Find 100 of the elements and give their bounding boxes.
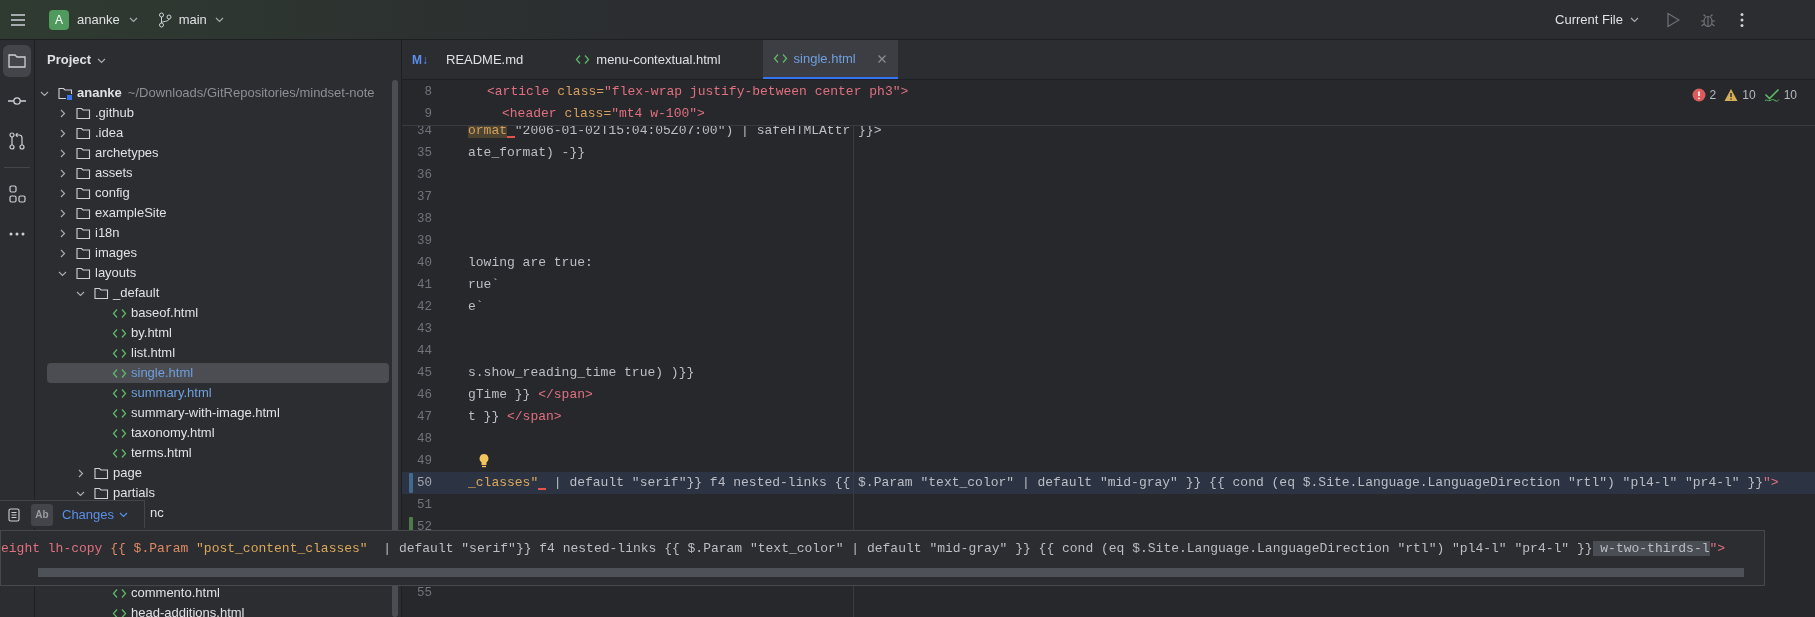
- line-number: 47: [417, 408, 432, 426]
- tree-item[interactable]: .github: [95, 103, 135, 123]
- line-number: 8: [424, 83, 432, 101]
- code-line: gTime }} </span>: [468, 386, 593, 404]
- folder-icon: [76, 125, 91, 141]
- run-configuration-selector[interactable]: Current File: [1555, 5, 1640, 34]
- folder-tool-button[interactable]: [3, 45, 31, 77]
- more-options-icon[interactable]: [1740, 11, 1744, 28]
- tree-item[interactable]: taxonomy.html: [131, 423, 215, 443]
- scrollbar[interactable]: [392, 80, 398, 617]
- code-line: <header class="mt4 w-100">: [502, 105, 705, 123]
- tree-item[interactable]: .idea: [95, 123, 124, 143]
- line-number: 35: [417, 144, 432, 162]
- run-icon[interactable]: [1666, 11, 1680, 28]
- code-line: e`: [468, 298, 484, 316]
- code-file-icon: [772, 51, 788, 66]
- tree-item[interactable]: archetypes: [95, 143, 159, 163]
- editor-tab[interactable]: M↓ README.md: [402, 40, 556, 79]
- weak-warning-count: 10: [1783, 87, 1797, 104]
- path-text: ~/Downloads/GitRepositories/mindset-note: [127, 84, 375, 103]
- code-line: eight lh-copy {{ $.Param "post_content_classes" | default "serif"}} f4 nested-links {{ $.Param "text_color" | default "mid-gray" }} {{ cond (eq $.Site.Language.LanguageDirection "rtl") "pl4-l" "pr4-l" }} w-two-thirds-l">: [1, 540, 1727, 558]
- project-selector[interactable]: A ananke: [48, 5, 140, 34]
- tree-item[interactable]: _default: [113, 283, 160, 303]
- tree-item[interactable]: summary.html: [131, 383, 212, 403]
- warning-count: 10: [1742, 87, 1756, 104]
- folder-icon: [76, 205, 91, 221]
- bug-icon[interactable]: [1700, 11, 1716, 28]
- code-line: t }} </span>: [468, 408, 562, 426]
- line-number: 44: [417, 342, 432, 360]
- module-folder-icon: [58, 85, 73, 101]
- line-number: 49: [417, 452, 432, 470]
- code-line: _classes" | default "serif"}} f4 nested-links {{ $.Param "text_color" | default "mid-gray" }} {{ cond (eq $.Site.Language.LanguageDirection "rtl") "pl4-l" "pr4-l" }}">: [468, 474, 1779, 492]
- more-icon: [9, 232, 25, 236]
- text-toggle-button[interactable]: Ab: [31, 503, 53, 526]
- folder-icon: [94, 485, 109, 501]
- tree-item[interactable]: images: [95, 243, 137, 263]
- line-number: 41: [417, 276, 432, 294]
- editor-tab[interactable]: menu-contextual.html: [565, 40, 753, 79]
- line-number: 9: [424, 105, 432, 123]
- tree-item[interactable]: assets: [95, 163, 133, 183]
- code-file-icon: [575, 52, 591, 67]
- code-line: lowing are true:: [468, 254, 593, 272]
- tree-item[interactable]: layouts: [95, 263, 137, 283]
- scrollbar[interactable]: [38, 568, 1744, 577]
- tree-item[interactable]: config: [95, 183, 130, 203]
- line-number: 43: [417, 320, 432, 338]
- line-number: 52: [417, 518, 432, 536]
- changes-dropdown[interactable]: Changes: [62, 504, 130, 525]
- document-list-icon[interactable]: [7, 506, 21, 523]
- line-number: 39: [417, 232, 432, 250]
- tree-item[interactable]: baseof.html: [131, 303, 199, 323]
- pull-request-icon: [7, 131, 27, 151]
- line-number: 36: [417, 166, 432, 184]
- line-number: 48: [417, 430, 432, 448]
- line-number: 34: [417, 126, 432, 140]
- tree-item[interactable]: i18n: [95, 223, 120, 243]
- folder-icon: [76, 225, 91, 241]
- tree-item[interactable]: nc: [150, 503, 164, 523]
- tree-item[interactable]: page: [113, 463, 142, 483]
- code-line: s.show_reading_time true) )}}: [468, 364, 695, 382]
- tree-item[interactable]: partials: [113, 483, 155, 503]
- line-number: 46: [417, 386, 432, 404]
- code-line: <article class="flex-wrap justify-between center ph3">: [487, 83, 909, 101]
- error-icon: [1691, 88, 1706, 102]
- folder-icon: [7, 51, 27, 71]
- check-icon: [1763, 88, 1780, 102]
- tree-item[interactable]: terms.html: [131, 443, 192, 463]
- tree-item[interactable]: exampleSite: [95, 203, 167, 223]
- error-count: 2: [1709, 87, 1717, 104]
- code-line: rue`: [468, 276, 500, 294]
- panel-title[interactable]: Project: [47, 50, 108, 70]
- lightbulb-icon[interactable]: [478, 453, 490, 469]
- line-number: 55: [417, 584, 432, 602]
- line-number: 50: [417, 474, 432, 492]
- line-number: 42: [417, 298, 432, 316]
- line-number: 38: [417, 210, 432, 228]
- folder-icon: [76, 165, 91, 181]
- editor-tab[interactable]: single.html: [762, 40, 898, 79]
- line-number: 37: [417, 188, 432, 206]
- tree-item[interactable]: by.html: [131, 323, 172, 343]
- structure-icon: [7, 184, 27, 204]
- folder-icon: [94, 285, 109, 301]
- branch-icon: [157, 11, 172, 28]
- folder-icon: [76, 105, 91, 121]
- tree-item[interactable]: commento.html: [131, 583, 220, 603]
- markdown-icon: M↓: [412, 50, 440, 69]
- folder-icon: [94, 465, 109, 481]
- folder-icon: [76, 185, 91, 201]
- code-line: ate_format) -}}: [468, 144, 586, 162]
- folder-icon: [76, 145, 91, 161]
- branch-selector[interactable]: main: [157, 5, 225, 34]
- tree-item[interactable]: list.html: [131, 343, 176, 363]
- folder-icon: [76, 265, 91, 281]
- tree-item[interactable]: ananke: [77, 83, 122, 103]
- line-number: 40: [417, 254, 432, 272]
- tree-item[interactable]: head-additions.html: [131, 603, 245, 617]
- line-number: 51: [417, 496, 432, 514]
- menu-icon[interactable]: [9, 12, 26, 27]
- line-number: 45: [417, 364, 432, 382]
- tree-item[interactable]: summary-with-image.html: [131, 403, 280, 423]
